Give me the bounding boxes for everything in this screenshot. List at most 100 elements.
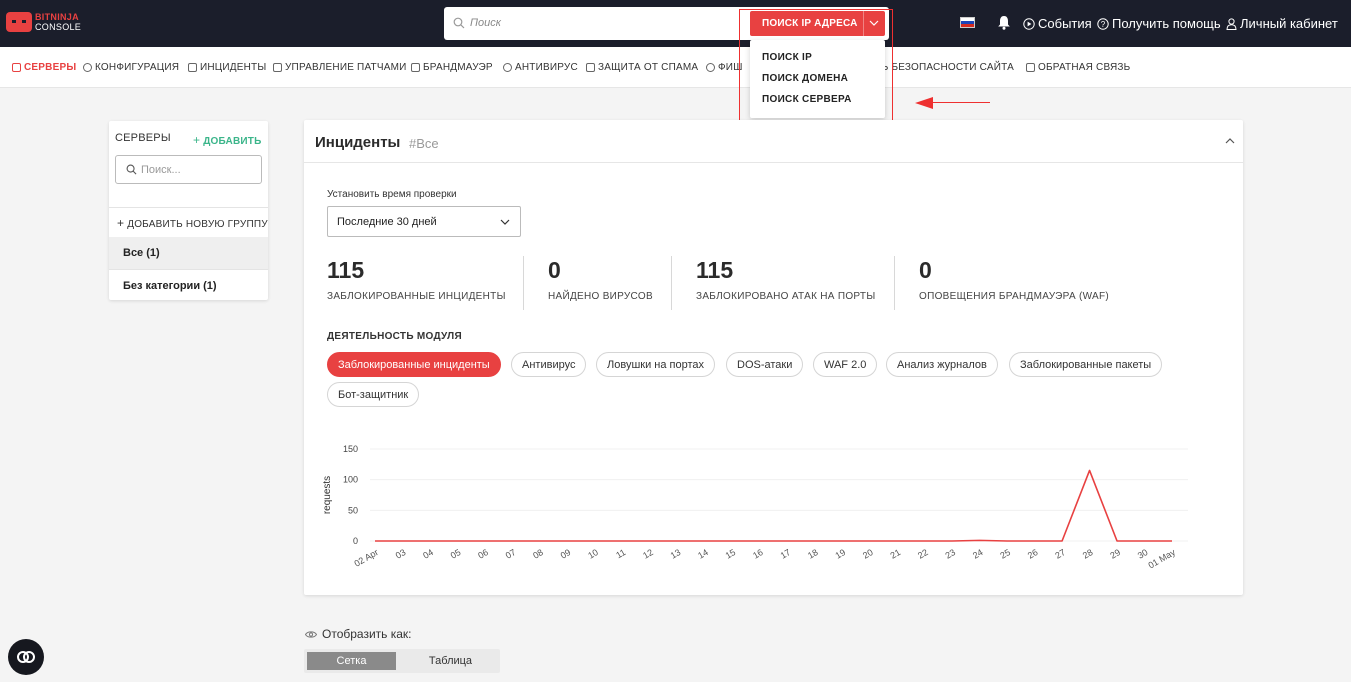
add-group-button[interactable]: + ДОБАВИТЬ НОВУЮ ГРУППУ [117,216,268,230]
stat-label: ОПОВЕЩЕНИЯ БРАНДМАУЭРА (WAF) [919,291,1110,302]
chat-button[interactable] [8,639,44,675]
card-header: Инциденты #Все [304,120,1243,163]
stat-value: 0 [919,257,932,283]
x-tick-label: 13 [669,547,683,561]
chevron-down-icon [500,219,510,225]
tab-dos[interactable]: DOS-атаки [726,352,804,377]
stat-label: НАЙДЕНО ВИРУСОВ [548,291,653,302]
nav-antivirus[interactable]: АНТИВИРУС [503,62,578,73]
nav-site-security[interactable]: ЛЬ БЕЗОПАСНОСТИ САЙТА [875,62,1014,73]
nav-firewall[interactable]: БРАНДМАУЭР [411,62,493,73]
module-activity-title: ДЕЯТЕЛЬНОСТЬ МОДУЛЯ [327,331,462,342]
add-server-button[interactable]: + ДОБАВИТЬ [193,133,261,147]
y-tick-label: 0 [353,536,358,546]
help-circle-icon: ? [1097,17,1109,30]
search-icon [126,164,137,175]
x-tick-label: 02 Apr [352,547,380,569]
x-tick-label: 09 [559,547,573,561]
x-tick-label: 04 [421,547,435,561]
brand-subtitle: CONSOLE [35,22,82,32]
x-tick-label: 17 [779,547,793,561]
bell-icon[interactable] [997,15,1011,30]
time-range-value: Последние 30 дней [337,215,437,228]
x-tick-label: 23 [943,547,957,561]
grid-view-button[interactable]: Сетка [307,652,396,670]
highlight-box [739,9,893,128]
nav-spam-protection[interactable]: ЗАЩИТА ОТ СПАМА [586,62,698,73]
x-tick-label: 19 [834,547,848,561]
tab-blocked-packets[interactable]: Заблокированные пакеты [1009,352,1163,377]
chevron-up-icon[interactable] [1225,136,1235,146]
events-link[interactable]: События [1023,16,1092,31]
chat-icon [17,651,35,663]
bitninja-logo[interactable]: BITNINJA CONSOLE [6,12,81,32]
tab-log-analysis[interactable]: Анализ журналов [886,352,998,377]
server-icon [12,63,21,72]
display-as-label: Отобразить как: [305,627,412,641]
tab-waf[interactable]: WAF 2.0 [813,352,878,377]
user-icon [1226,17,1237,30]
document-icon [188,63,197,72]
y-tick-label: 50 [348,505,358,515]
account-link[interactable]: Личный кабинет [1226,16,1338,31]
nav-phishing[interactable]: ФИШ [706,62,743,73]
time-range-label: Установить время проверки [327,189,457,200]
card-tag: #Все [409,136,439,151]
divider [109,207,268,208]
brand-name: BITNINJA [35,12,79,22]
sidebar-title: СЕРВЕРЫ [115,132,171,144]
x-tick-label: 11 [614,547,627,560]
stat-port-attacks: 115 ЗАБЛОКИРОВАНО АТАК НА ПОРТЫ [696,257,876,302]
x-tick-label: 10 [586,547,600,561]
svg-text:?: ? [1101,20,1106,29]
x-tick-label: 18 [806,547,820,561]
stat-value: 0 [548,257,561,283]
annotation-arrow [930,102,990,103]
tab-blocked-incidents[interactable]: Заблокированные инциденты [327,352,501,377]
tab-port-honeypot[interactable]: Ловушки на портах [596,352,716,377]
gear-icon [83,63,92,72]
stat-waf-alerts: 0 ОПОВЕЩЕНИЯ БРАНДМАУЭРА (WAF) [919,257,1109,302]
nav-patch-management[interactable]: УПРАВЛЕНИЕ ПАТЧАМИ [273,62,407,73]
annotation-arrow-head [915,97,933,109]
nav-feedback[interactable]: ОБРАТНАЯ СВЯЗЬ [1026,62,1130,73]
x-tick-label: 15 [724,547,738,561]
stat-label: ЗАБЛОКИРОВАНО АТАК НА ПОРТЫ [696,291,876,302]
x-tick-label: 20 [861,547,875,561]
view-toggle: Сетка Таблица [304,649,500,673]
help-link[interactable]: ? Получить помощь [1097,16,1221,31]
sidebar-group-all[interactable]: Все (1) [109,237,268,269]
stat-viruses-found: 0 НАЙДЕНО ВИРУСОВ [548,257,653,302]
account-label: Личный кабинет [1240,16,1338,31]
x-tick-label: 06 [476,547,490,561]
nav-incidents[interactable]: ИНЦИДЕНТЫ [188,62,266,73]
top-bar: BITNINJA CONSOLE ПОИСК IP АДРЕСА События… [0,0,1351,47]
sidebar-search [115,155,262,184]
nav-configuration[interactable]: КОНФИГУРАЦИЯ [83,62,179,73]
x-tick-label: 14 [696,547,710,561]
search-icon [453,17,465,29]
incidents-card: Инциденты #Все Установить время проверки… [304,120,1243,595]
global-search-input[interactable] [470,13,740,33]
x-tick-label: 30 [1136,547,1150,561]
play-circle-icon [1023,17,1035,30]
series-line [375,469,1172,542]
tab-bot-defender[interactable]: Бот-защитник [327,382,420,407]
x-tick-label: 22 [916,547,930,561]
tab-antivirus[interactable]: Антивирус [511,352,587,377]
time-range-select[interactable]: Последние 30 дней [327,206,521,237]
y-tick-label: 100 [343,475,358,485]
anchor-icon [706,63,715,72]
russian-flag-icon[interactable] [960,17,975,28]
nav-servers[interactable]: СЕРВЕРЫ [12,62,76,73]
sidebar-search-input[interactable] [141,162,256,178]
table-view-button[interactable]: Таблица [406,652,495,670]
x-tick-label: 08 [531,547,545,561]
stat-value: 115 [696,257,734,283]
firewall-icon [411,63,420,72]
y-axis-label: requests [322,476,333,514]
eye-icon [305,630,317,638]
x-tick-label: 21 [888,547,902,561]
sidebar-group-uncategorized[interactable]: Без категории (1) [109,269,268,301]
card-title: Инциденты [315,134,401,151]
